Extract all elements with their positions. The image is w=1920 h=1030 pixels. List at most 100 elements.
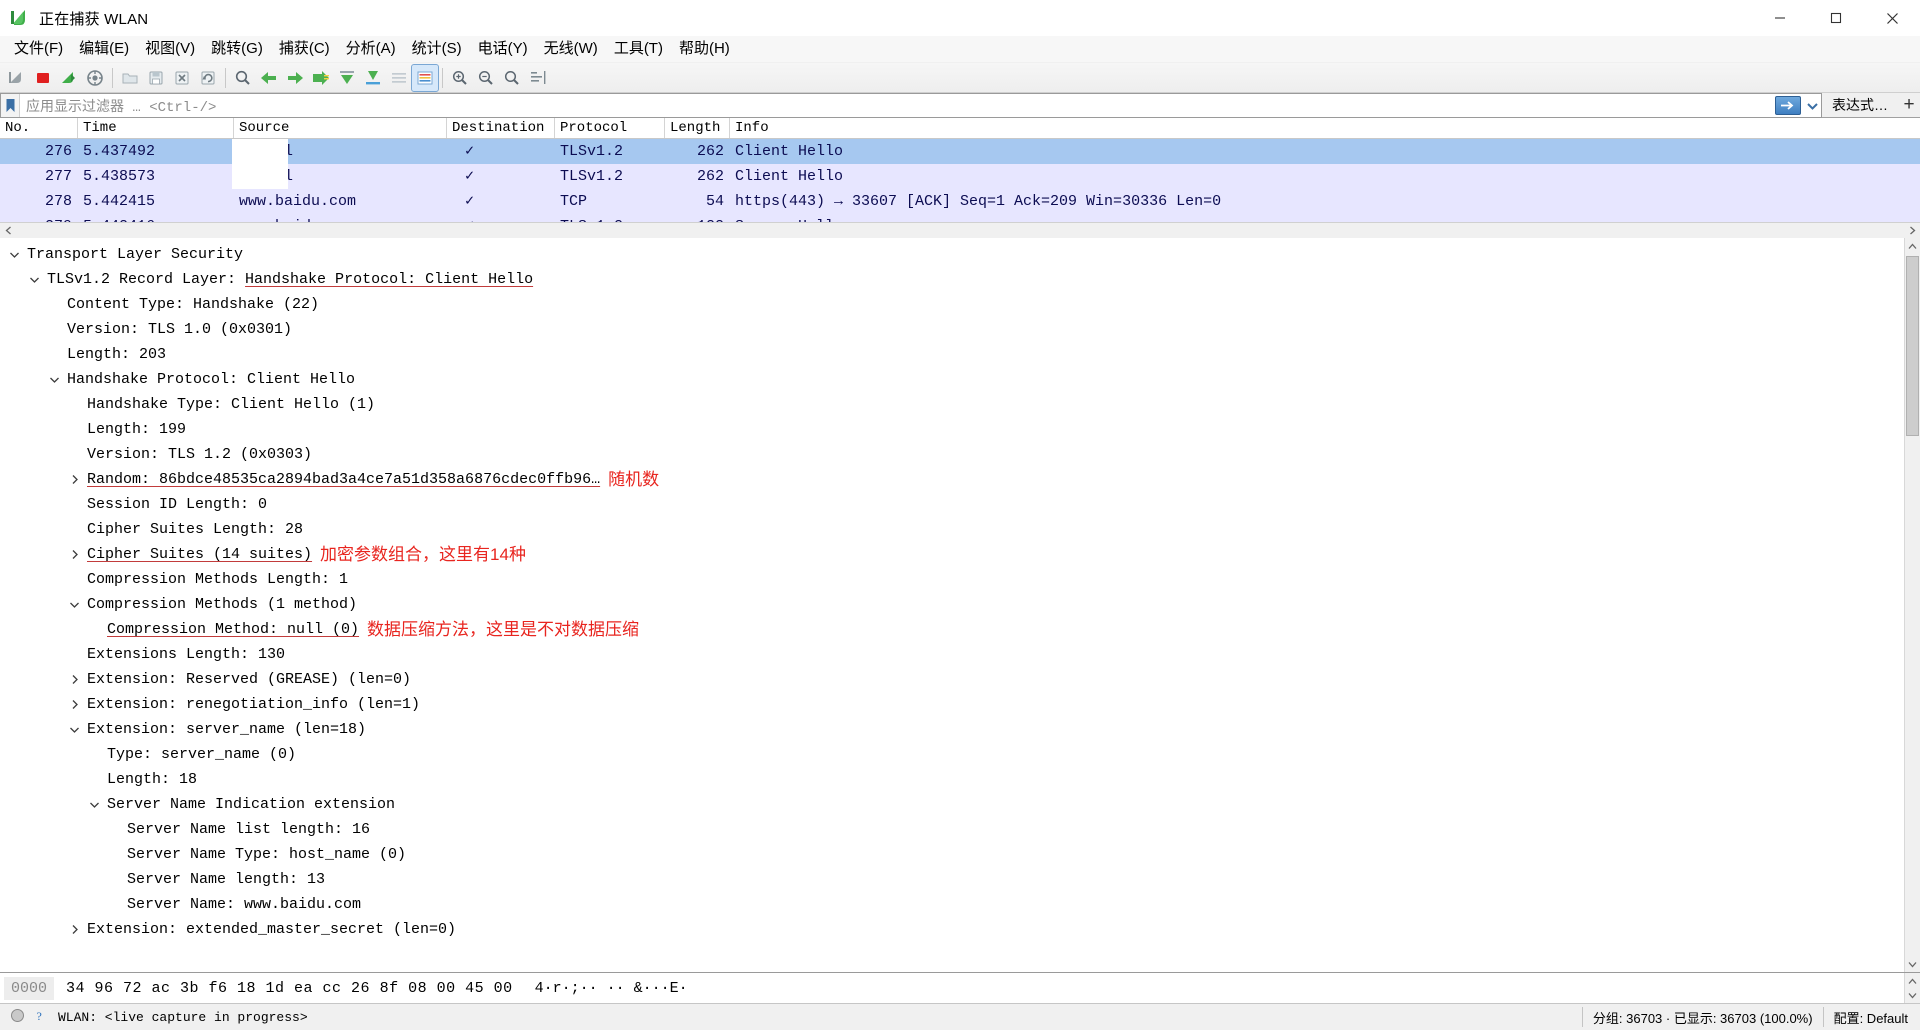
menu-statistics[interactable]: 统计(S) [404,37,470,61]
detail-tree-row[interactable]: Server Name Type: host_name (0) [0,842,1920,867]
go-to-first-packet-icon[interactable] [334,65,360,91]
capture-file-properties-icon[interactable]: ? [33,1008,48,1026]
menu-help[interactable]: 帮助(H) [671,37,738,61]
close-button[interactable] [1864,0,1920,36]
zoom-in-icon[interactable] [447,65,473,91]
column-header-length[interactable]: Length [665,118,730,138]
packet-details-pane[interactable]: Transport Layer Security TLSv1.2 Record L… [0,238,1920,972]
start-capture-icon[interactable] [4,65,30,91]
resize-columns-icon[interactable] [525,65,551,91]
packet-bytes-pane[interactable]: 0000 34 96 72 ac 3b f6 18 1d ea cc 26 8f… [0,972,1920,1003]
detail-tree-row[interactable]: Server Name list length: 16 [0,817,1920,842]
maximize-button[interactable] [1808,0,1864,36]
menu-telephony[interactable]: 电话(Y) [470,37,536,61]
menu-file[interactable]: 文件(F) [6,37,71,61]
detail-tree-row[interactable]: Server Name: www.baidu.com [0,892,1920,917]
menu-view[interactable]: 视图(V) [137,37,203,61]
chevron-down-icon[interactable] [8,251,21,259]
detail-tree-row[interactable]: Compression Methods Length: 1 [0,567,1920,592]
detail-tree-row[interactable]: Compression Methods (1 method) [0,592,1920,617]
scroll-up-arrow-icon[interactable] [1905,238,1920,254]
chevron-down-icon[interactable] [68,601,81,609]
find-packet-icon[interactable] [230,65,256,91]
column-header-destination[interactable]: Destination [447,118,555,138]
menu-capture[interactable]: 捕获(C) [271,37,338,61]
table-row[interactable]: 276 5.437492 .local ✓ TLSv1.2 262 Client… [0,139,1920,164]
chevron-down-icon[interactable] [68,726,81,734]
reload-file-icon[interactable] [195,65,221,91]
menu-edit[interactable]: 编辑(E) [71,37,137,61]
go-forward-icon[interactable] [282,65,308,91]
chevron-down-icon[interactable] [48,376,61,384]
auto-scroll-icon[interactable] [386,65,412,91]
detail-tree-row[interactable]: Extension: Reserved (GREASE) (len=0) [0,667,1920,692]
scroll-track[interactable] [16,223,1904,238]
zoom-out-icon[interactable] [473,65,499,91]
packet-list-horizontal-scrollbar[interactable] [0,222,1920,238]
chevron-right-icon[interactable] [68,674,81,685]
detail-tree-row[interactable]: Handshake Type: Client Hello (1) [0,392,1920,417]
chevron-right-icon[interactable] [68,549,81,560]
chevron-down-icon[interactable] [88,801,101,809]
menu-go[interactable]: 跳转(G) [203,37,271,61]
detail-tree-row[interactable]: Random: 86bdce48535ca2894bad3a4ce7a51d35… [0,467,1920,492]
column-header-time[interactable]: Time [78,118,234,138]
table-row[interactable]: 278 5.442415 www.baidu.com ✓ TCP 54 http… [0,189,1920,214]
chevron-right-icon[interactable] [68,924,81,935]
detail-tree-row[interactable]: Session ID Length: 0 [0,492,1920,517]
column-header-info[interactable]: Info [730,118,1880,138]
column-header-protocol[interactable]: Protocol [555,118,665,138]
go-back-icon[interactable] [256,65,282,91]
apply-filter-arrow-icon[interactable] [1775,96,1801,115]
table-row[interactable]: 277 5.438573 .local ✓ TLSv1.2 262 Client… [0,164,1920,189]
scroll-down-arrow-icon[interactable] [1905,956,1920,972]
filter-dropdown-chevron-down-icon[interactable] [1803,102,1821,110]
expert-info-icon[interactable] [10,1008,25,1026]
chevron-right-icon[interactable] [68,474,81,485]
detail-tree-row[interactable]: Extension: server_name (len=18) [0,717,1920,742]
menu-wireless[interactable]: 无线(W) [536,37,606,61]
detail-tree-row[interactable]: Compression Method: null (0) 数据压缩方法，这里是不对… [0,617,1920,642]
detail-tree-row[interactable]: Version: TLS 1.0 (0x0301) [0,317,1920,342]
restart-capture-icon[interactable] [56,65,82,91]
detail-tree-row[interactable]: Server Name Indication extension [0,792,1920,817]
go-to-last-packet-icon[interactable] [360,65,386,91]
detail-tree-row[interactable]: Type: server_name (0) [0,742,1920,767]
display-filter-input[interactable]: 应用显示过滤器 … <Ctrl-/> [0,93,1822,118]
scroll-thumb[interactable] [1906,256,1919,436]
open-file-icon[interactable] [117,65,143,91]
detail-tree-row[interactable]: TLSv1.2 Record Layer: Handshake Protocol… [0,267,1920,292]
stop-capture-icon[interactable] [30,65,56,91]
close-file-icon[interactable] [169,65,195,91]
detail-tree-row[interactable]: Server Name length: 13 [0,867,1920,892]
filter-bookmark-icon[interactable] [1,94,20,117]
detail-tree-row[interactable]: Version: TLS 1.2 (0x0303) [0,442,1920,467]
profile-label[interactable]: 配置: Default [1834,1008,1908,1027]
detail-tree-row[interactable]: Extension: renegotiation_info (len=1) [0,692,1920,717]
add-filter-button[interactable]: + [1898,93,1920,117]
bytes-vertical-scrollbar[interactable] [1904,973,1920,1003]
scroll-left-arrow-icon[interactable] [0,223,16,238]
menu-analyze[interactable]: 分析(A) [338,37,404,61]
capture-options-icon[interactable] [82,65,108,91]
save-file-icon[interactable] [143,65,169,91]
chevron-down-icon[interactable] [28,276,41,284]
detail-tree-row[interactable]: Handshake Protocol: Client Hello [0,367,1920,392]
detail-tree-row[interactable]: Cipher Suites Length: 28 [0,517,1920,542]
column-header-source[interactable]: Source [234,118,447,138]
minimize-button[interactable] [1752,0,1808,36]
menu-tools[interactable]: 工具(T) [606,37,671,61]
colorize-packets-icon[interactable] [411,63,439,92]
zoom-reset-icon[interactable] [499,65,525,91]
chevron-right-icon[interactable] [68,699,81,710]
scroll-down-arrow-icon[interactable] [1905,987,1920,1003]
detail-tree-row[interactable]: Transport Layer Security [0,242,1920,267]
detail-tree-row[interactable]: Extension: extended_master_secret (len=0… [0,917,1920,942]
detail-tree-row[interactable]: Length: 18 [0,767,1920,792]
detail-tree-row[interactable]: Length: 199 [0,417,1920,442]
filter-expression-button[interactable]: 表达式… [1822,93,1898,117]
detail-tree-row[interactable]: Content Type: Handshake (22) [0,292,1920,317]
packet-details-vertical-scrollbar[interactable] [1904,238,1920,972]
column-header-no[interactable]: No. [0,118,78,138]
scroll-right-arrow-icon[interactable] [1904,223,1920,238]
